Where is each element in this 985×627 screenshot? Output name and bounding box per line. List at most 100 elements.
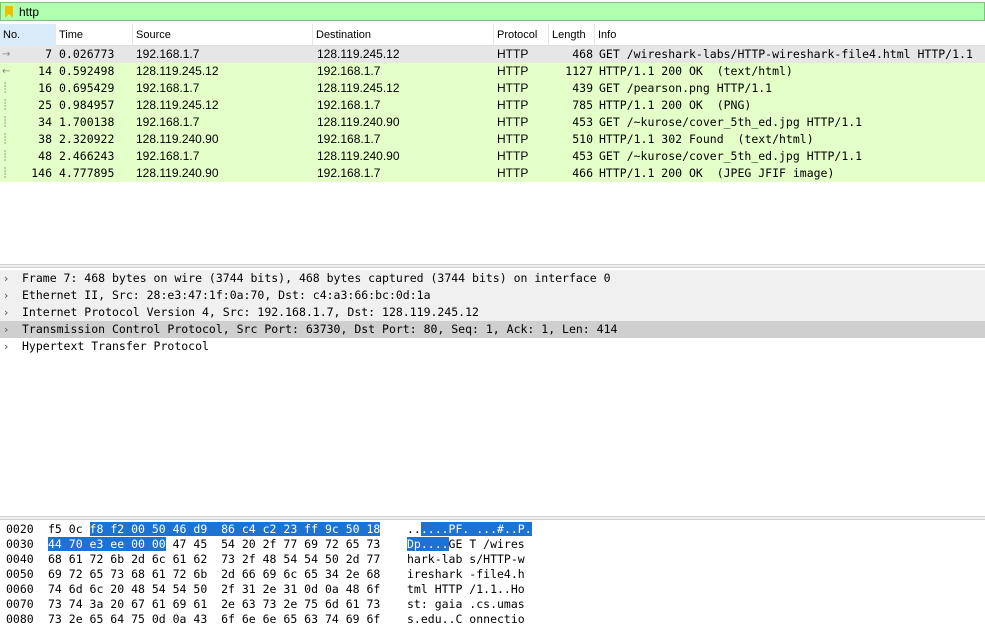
chevron-right-icon[interactable]: › [4, 287, 14, 304]
byte-ascii[interactable]: ireshark -file4.h [407, 567, 525, 582]
column-header-length[interactable]: Length [549, 24, 595, 46]
byte-hex-highlight: f8 f2 00 50 46 d9 86 c4 c2 23 ff 9c 50 1… [89, 522, 381, 536]
byte-ascii[interactable]: hark-lab s/HTTP-w [407, 552, 525, 567]
byte-offset: 0060 [6, 582, 34, 596]
packet-cell-src: 128.119.240.90 [136, 166, 219, 180]
packet-cell-no: 7 [45, 47, 52, 61]
byte-ascii[interactable]: Dp....GE T /wires [407, 537, 525, 552]
column-header-source[interactable]: Source [133, 24, 313, 46]
packet-cell-dst: 192.168.1.7 [317, 98, 381, 112]
byte-hex[interactable]: 74 6d 6c 20 48 54 54 50 2f 31 2e 31 0d 0… [48, 582, 380, 597]
chevron-right-icon[interactable]: › [4, 304, 14, 321]
column-header-protocol[interactable]: Protocol [494, 24, 549, 46]
tree-item[interactable]: › Transmission Control Protocol, Src Port… [0, 321, 985, 338]
packet-cell-no: 25 [38, 98, 52, 112]
tree-item-label: Hypertext Transfer Protocol [22, 339, 209, 353]
packet-cell-src: 192.168.1.7 [136, 115, 200, 129]
packet-cell-time: 2.320922 [59, 132, 115, 146]
packet-cell-len: 510 [572, 132, 593, 146]
packet-cell-proto: HTTP [497, 115, 529, 129]
packet-cell-dst: 192.168.1.7 [317, 64, 381, 78]
pane-splitter-top[interactable] [0, 264, 985, 268]
packet-cell-info: GET /~kurose/cover_5th_ed.jpg HTTP/1.1 [599, 149, 863, 163]
packet-cell-len: 453 [572, 115, 593, 129]
packet-cell-len: 1127 [565, 64, 593, 78]
packet-row[interactable]: ┊ 38 2.320922 128.119.240.90 192.168.1.7 HTTP… [0, 131, 985, 148]
packet-cell-proto: HTTP [497, 64, 529, 78]
byte-ascii-text: ireshark -file4.h [407, 567, 525, 581]
byte-ascii[interactable]: tml HTTP /1.1..Ho [407, 582, 525, 597]
packet-cell-time: 1.700138 [59, 115, 115, 129]
display-filter-input[interactable] [19, 3, 984, 20]
tree-item[interactable]: › Frame 7: 468 bytes on wire (3744 bits),… [0, 270, 985, 287]
bookmark-icon[interactable] [5, 5, 13, 18]
packet-row[interactable]: ┊ 16 0.695429 192.168.1.7 128.119.245.12 HTTP… [0, 80, 985, 97]
packet-cell-proto: HTTP [497, 81, 529, 95]
packet-cell-dst: 128.119.240.90 [317, 149, 400, 163]
packet-cell-proto: HTTP [497, 132, 529, 146]
byte-hex[interactable]: 73 2e 65 64 75 0d 0a 43 6f 6e 6e 65 63 7… [48, 612, 380, 627]
packet-row[interactable]: ┊ 48 2.466243 192.168.1.7 128.119.240.90 HTTP… [0, 148, 985, 165]
byte-hex[interactable]: f5 0c f8 f2 00 50 46 d9 86 c4 c2 23 ff 9… [48, 522, 381, 537]
packet-cell-info: GET /pearson.png HTTP/1.1 [599, 81, 773, 95]
byte-ascii[interactable]: s.edu..C onnectio [407, 612, 525, 627]
byte-row: 0060 74 6d 6c 20 48 54 54 50 2f 31 2e 31 … [0, 582, 985, 597]
tree-item-label: Transmission Control Protocol, Src Port:… [22, 322, 618, 336]
packet-cell-proto: HTTP [497, 98, 529, 112]
packet-cell-proto: HTTP [497, 149, 529, 163]
byte-row: 0080 73 2e 65 64 75 0d 0a 43 6f 6e 6e 65 … [0, 612, 985, 627]
byte-ascii-text: s.edu..C onnectio [407, 612, 525, 626]
packet-cell-info: GET /~kurose/cover_5th_ed.jpg HTTP/1.1 [599, 115, 863, 129]
tree-item[interactable]: › Ethernet II, Src: 28:e3:47:1f:0a:70, Ds… [0, 287, 985, 304]
byte-ascii[interactable]: st: gaia .cs.umas [407, 597, 525, 612]
byte-hex[interactable]: 69 72 65 73 68 61 72 6b 2d 66 69 6c 65 3… [48, 567, 380, 582]
packet-cell-no: 48 [38, 149, 52, 163]
packet-cell-time: 2.466243 [59, 149, 115, 163]
packet-cell-len: 439 [572, 81, 593, 95]
column-header-time[interactable]: Time [56, 24, 133, 46]
packet-row[interactable]: ┊ 25 0.984957 128.119.245.12 192.168.1.7 HTTP… [0, 97, 985, 114]
column-header-info[interactable]: Info [595, 24, 985, 46]
byte-hex[interactable]: 68 61 72 6b 2d 6c 61 62 73 2f 48 54 54 5… [48, 552, 380, 567]
byte-ascii-highlight: ....PF. ...#..P. [420, 522, 532, 536]
packet-cell-dst: 128.119.245.12 [317, 81, 400, 95]
packet-cell-no: 14 [38, 64, 52, 78]
packet-cell-len: 785 [572, 98, 593, 112]
tree-item[interactable]: › Internet Protocol Version 4, Src: 192.1… [0, 304, 985, 321]
packet-row[interactable]: ┊ 146 4.777895 128.119.240.90 192.168.1.7 HTT… [0, 165, 985, 182]
packet-row[interactable]: ┊ 34 1.700138 192.168.1.7 128.119.240.90 HTTP… [0, 114, 985, 131]
packet-row[interactable]: ← 14 0.592498 128.119.245.12 192.168.1.7 HTTP… [0, 63, 985, 80]
packet-cell-no: 38 [38, 132, 52, 146]
byte-offset: 0020 [6, 522, 34, 536]
byte-hex-text: f5 0c [48, 522, 90, 536]
tree-item[interactable]: › Hypertext Transfer Protocol [0, 338, 985, 355]
packet-rows: → 7 0.026773 192.168.1.7 128.119.245.12 HTTP 4… [0, 46, 985, 182]
pane-splitter-bottom[interactable] [0, 516, 985, 520]
column-header-no[interactable]: No. [0, 24, 56, 46]
packet-cell-src: 128.119.245.12 [136, 64, 219, 78]
packet-cell-len: 453 [572, 149, 593, 163]
byte-hex-text: 74 6d 6c 20 48 54 54 50 2f 31 2e 31 0d 0… [48, 582, 381, 596]
byte-hex-text: 73 2e 65 64 75 0d 0a 43 6f 6e 6e 65 63 7… [48, 612, 381, 626]
packet-cell-len: 468 [572, 47, 593, 61]
packet-cell-no: 146 [31, 166, 52, 180]
byte-offset: 0030 [6, 537, 34, 551]
byte-offset: 0070 [6, 597, 34, 611]
byte-ascii[interactable]: ......PF. ...#..P. [407, 522, 532, 537]
column-header-destination[interactable]: Destination [313, 24, 494, 46]
byte-ascii-highlight: Dp.... [407, 537, 449, 551]
packet-list-header: No. Time Source Destination Protocol Len… [0, 24, 985, 46]
chevron-right-icon[interactable]: › [4, 321, 14, 338]
display-filter-bar [0, 2, 985, 21]
byte-ascii-text: hark-lab s/HTTP-w [407, 552, 525, 566]
byte-row: 0020 f5 0c f8 f2 00 50 46 d9 86 c4 c2 23 … [0, 522, 985, 537]
packet-details-tree: › Frame 7: 468 bytes on wire (3744 bits),… [0, 270, 985, 515]
packet-row[interactable]: → 7 0.026773 192.168.1.7 128.119.245.12 HTTP 4… [0, 46, 985, 63]
byte-offset: 0040 [6, 552, 34, 566]
chevron-right-icon[interactable]: › [4, 338, 14, 355]
byte-hex-text: 68 61 72 6b 2d 6c 61 62 73 2f 48 54 54 5… [48, 552, 381, 566]
byte-hex-text: 47 45 54 20 2f 77 69 72 65 73 [165, 537, 381, 551]
byte-hex[interactable]: 73 74 3a 20 67 61 69 61 2e 63 73 2e 75 6… [48, 597, 380, 612]
byte-hex[interactable]: 44 70 e3 ee 00 00 47 45 54 20 2f 77 69 7… [48, 537, 380, 552]
chevron-right-icon[interactable]: › [4, 270, 14, 287]
